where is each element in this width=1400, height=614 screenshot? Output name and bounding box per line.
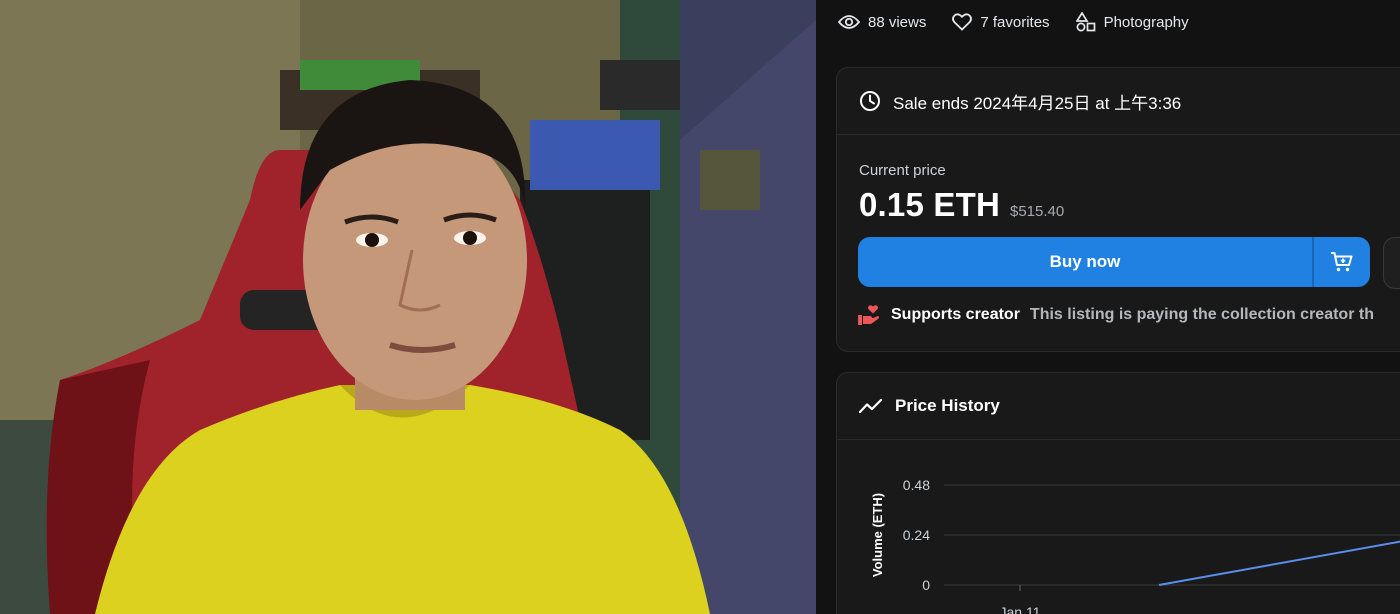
category-label: Photography — [1103, 13, 1189, 31]
category-stat[interactable]: Photography — [1075, 12, 1189, 32]
supports-creator-row: Supports creator This listing is paying … — [857, 304, 1374, 326]
shapes-icon — [1075, 12, 1095, 32]
price-usd: $515.40 — [1010, 203, 1065, 220]
sale-header: Sale ends 2024年4月25日 at 上午3:36 — [837, 68, 1400, 135]
listing-panel: 88 views 7 favorites Photography Sale en… — [816, 0, 1400, 614]
cart-icon — [1331, 252, 1353, 272]
sale-ends-text: Sale ends 2024年4月25日 at 上午3:36 — [893, 93, 1182, 113]
nft-image[interactable] — [0, 0, 816, 614]
y-tick-label: 0.24 — [903, 527, 930, 543]
current-price-label: Current price — [859, 162, 946, 179]
make-offer-button[interactable] — [1383, 237, 1400, 289]
buy-now-button[interactable]: Buy now — [858, 237, 1312, 287]
heart-icon — [952, 13, 973, 31]
views-count: 88 views — [868, 13, 927, 31]
price-eth: 0.15 ETH — [859, 186, 1000, 223]
photo-illustration — [0, 0, 816, 614]
add-to-cart-button[interactable] — [1314, 237, 1370, 287]
y-tick-label: 0 — [922, 577, 930, 593]
clock-icon — [860, 91, 880, 111]
favorites-stat[interactable]: 7 favorites — [952, 13, 1050, 31]
x-tick-label: Jan 11 — [1000, 604, 1041, 614]
price-history-card: Price History 0.48 0.24 0 Volume (ETH) Jan 1… — [836, 372, 1400, 614]
price-history-title: Price History — [895, 396, 1000, 415]
price-history-header[interactable]: Price History — [837, 373, 1400, 440]
supports-creator-text: This listing is paying the collection cr… — [1029, 306, 1374, 323]
y-tick-label: 0.48 — [903, 477, 930, 493]
eye-icon — [838, 15, 860, 29]
price-history-chart: 0.48 0.24 0 Volume (ETH) Jan 11 — [870, 477, 1400, 614]
supports-creator-title: Supports creator — [891, 306, 1020, 323]
price-row: 0.15 ETH $515.40 — [859, 186, 1064, 224]
sale-card: Sale ends 2024年4月25日 at 上午3:36 Current p… — [836, 67, 1400, 352]
favorites-count: 7 favorites — [980, 13, 1050, 31]
views-stat: 88 views — [838, 14, 926, 31]
series-line — [1158, 540, 1400, 586]
stats-row: 88 views 7 favorites Photography — [838, 10, 1189, 34]
y-axis-label: Volume (ETH) — [870, 493, 885, 577]
trending-icon — [859, 398, 883, 414]
hand-heart-icon — [858, 305, 879, 325]
